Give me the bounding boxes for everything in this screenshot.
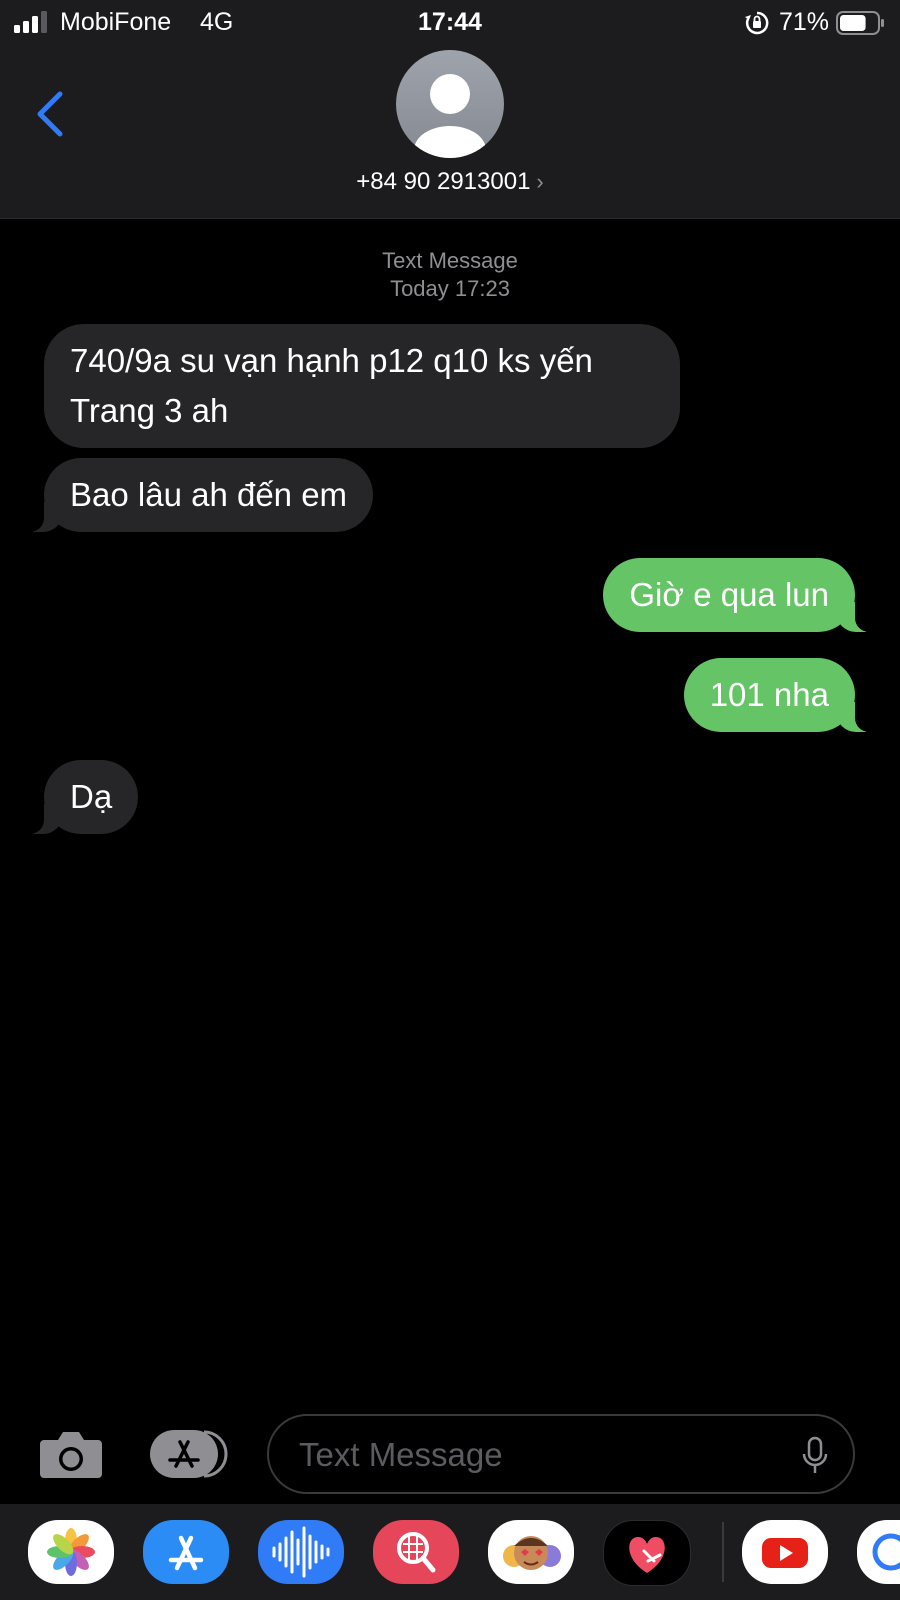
back-chevron-icon[interactable] xyxy=(30,86,70,142)
message-input-placeholder: Text Message xyxy=(299,1436,503,1473)
youtube-icon[interactable] xyxy=(742,1520,828,1584)
chevron-right-icon: › xyxy=(536,169,544,194)
app-store-drawer-icon[interactable] xyxy=(150,1428,232,1480)
message-text: Bao lâu ah đến em xyxy=(70,476,348,513)
incoming-message[interactable]: Bao lâu ah đến em xyxy=(22,458,374,532)
digital-touch-icon[interactable] xyxy=(603,1520,691,1586)
contact-name-button[interactable]: +84 90 2913001 › xyxy=(0,168,900,196)
battery-percent: 71% xyxy=(779,8,830,36)
images-search-icon[interactable] xyxy=(373,1520,459,1584)
imessage-app-drawer xyxy=(0,1504,900,1600)
outgoing-message[interactable]: 101 nha xyxy=(683,658,877,732)
message-text: Giờ e qua lun xyxy=(629,576,829,613)
outgoing-message[interactable]: Giờ e qua lun xyxy=(603,558,876,632)
contact-avatar[interactable] xyxy=(396,50,504,158)
rotation-lock-icon xyxy=(745,11,769,35)
app-store-icon[interactable] xyxy=(143,1520,229,1584)
incoming-message[interactable]: Dạ xyxy=(22,760,139,834)
memoji-icon[interactable] xyxy=(488,1520,574,1584)
audio-messages-icon[interactable] xyxy=(258,1520,344,1584)
drawer-divider xyxy=(722,1522,724,1582)
message-timestamp: Today 17:23 xyxy=(390,276,510,301)
message-type-label: Text Message xyxy=(382,248,518,273)
person-silhouette-icon xyxy=(414,74,486,158)
photos-icon[interactable] xyxy=(28,1520,114,1584)
incoming-message[interactable]: 740/9a su vạn hạnh p12 q10 ks yến Trang … xyxy=(44,324,680,448)
message-text: Dạ xyxy=(70,778,113,815)
battery-icon xyxy=(836,11,884,35)
camera-icon[interactable] xyxy=(38,1430,104,1480)
partial-app-icon[interactable] xyxy=(857,1520,900,1584)
status-bar: MobiFone 4G 17:44 71% xyxy=(0,0,900,46)
conversation-header: +84 90 2913001 › xyxy=(0,46,900,219)
message-input[interactable]: Text Message xyxy=(267,1414,855,1494)
message-text: 101 nha xyxy=(709,676,829,713)
message-text: 740/9a su vạn hạnh p12 q10 ks yến Trang … xyxy=(70,342,593,429)
contact-number: +84 90 2913001 xyxy=(356,168,531,195)
microphone-icon[interactable] xyxy=(801,1436,829,1476)
